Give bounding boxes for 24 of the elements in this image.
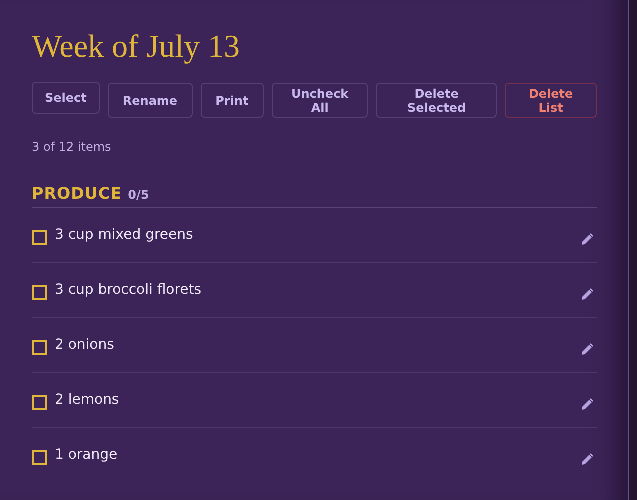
checkbox[interactable] <box>32 395 47 410</box>
pencil-icon[interactable] <box>580 288 594 302</box>
item-text: 1 orange <box>55 447 119 463</box>
toolbar-button[interactable]: Print <box>200 83 264 118</box>
item-text: 2 onions <box>55 337 116 353</box>
toolbar-button[interactable]: Rename <box>108 83 193 118</box>
toolbar-button[interactable]: Delete Selected <box>376 83 498 118</box>
pencil-icon[interactable] <box>580 343 594 357</box>
item-text: 3 cup mixed greens <box>55 227 194 243</box>
delete-button[interactable]: Delete List <box>505 83 597 118</box>
checkbox[interactable] <box>32 230 47 245</box>
checkbox[interactable] <box>32 285 47 300</box>
pencil-icon[interactable] <box>580 398 594 412</box>
item-count: 3 of 12 items <box>32 140 112 154</box>
toolbar-button[interactable]: Uncheck All <box>272 83 368 118</box>
item-text: 3 cup broccoli florets <box>55 282 203 298</box>
pencil-icon[interactable] <box>580 453 594 467</box>
list-title: Week of July 13 <box>32 28 242 64</box>
section-title: PRODUCE <box>32 184 122 203</box>
toolbar-button[interactable]: Select <box>32 82 100 114</box>
item-text: 2 lemons <box>55 392 120 408</box>
checkbox[interactable] <box>32 450 47 465</box>
pencil-icon[interactable] <box>580 233 594 247</box>
checkbox[interactable] <box>32 340 47 355</box>
